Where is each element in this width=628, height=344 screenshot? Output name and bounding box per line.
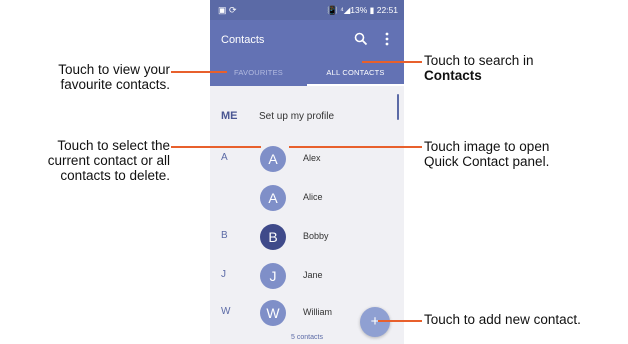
clock: 22:51 xyxy=(376,5,398,15)
contact-name: William xyxy=(303,307,332,317)
tab-all-contacts[interactable]: ALL CONTACTS xyxy=(307,62,404,86)
section-letter: B xyxy=(221,230,228,241)
tab-bar: FAVOURITES ALL CONTACTS xyxy=(210,62,404,86)
callout-text: Quick Contact panel. xyxy=(424,154,550,169)
contact-avatar[interactable]: W xyxy=(260,300,286,326)
search-leader-line xyxy=(362,61,422,63)
add-contact-leader-line xyxy=(378,320,422,322)
app-toolbar: Contacts xyxy=(210,20,404,62)
more-options-icon[interactable] xyxy=(384,31,390,47)
phone-screen: ▣ ⟳ 📳 ⁴◢13% ▮ 22:51 Contacts FAVOURITES … xyxy=(210,0,404,344)
add-contact-button[interactable]: + xyxy=(360,307,390,337)
quick-contact-leader-line xyxy=(289,146,422,148)
search-callout: Touch to search in Contacts xyxy=(424,53,534,83)
callout-text: contacts to delete. xyxy=(60,168,170,183)
contact-row[interactable]: A A Alex xyxy=(210,144,404,174)
my-profile-row[interactable]: ME Set up my profile xyxy=(210,108,404,128)
signal-battery-icons: 📳 ⁴◢13% ▮ xyxy=(327,5,375,15)
contact-name: Bobby xyxy=(303,231,329,241)
contact-row[interactable]: J J Jane xyxy=(210,261,404,291)
tab-favourites[interactable]: FAVOURITES xyxy=(210,62,307,86)
contact-avatar[interactable]: J xyxy=(260,263,286,289)
contacts-list[interactable]: ME Set up my profile A A Alex A Alice B … xyxy=(210,86,404,344)
add-contact-callout: Touch to add new contact. xyxy=(424,312,581,327)
contact-avatar[interactable]: A xyxy=(260,185,286,211)
status-indicators: 📳 ⁴◢13% ▮ 22:51 xyxy=(327,5,398,16)
contact-name: Alex xyxy=(303,153,321,163)
favourites-leader-line xyxy=(171,71,227,73)
section-letter: J xyxy=(221,269,226,280)
section-letter: W xyxy=(221,306,231,317)
contact-avatar[interactable]: B xyxy=(260,224,286,250)
search-icon[interactable] xyxy=(353,31,369,47)
callout-text: Touch image to open xyxy=(424,139,550,154)
callout-bold-text: Contacts xyxy=(424,68,482,83)
favourites-callout: Touch to view your favourite contacts. xyxy=(58,62,170,92)
callout-text: Touch to add new contact. xyxy=(424,312,581,327)
section-letter: A xyxy=(221,152,228,163)
callout-text: favourite contacts. xyxy=(60,77,170,92)
contact-name: Jane xyxy=(303,270,323,280)
delete-callout: Touch to select the current contact or a… xyxy=(48,138,170,183)
status-bar: ▣ ⟳ 📳 ⁴◢13% ▮ 22:51 xyxy=(210,0,404,20)
set-up-profile-text: Set up my profile xyxy=(259,111,335,122)
notification-icons: ▣ ⟳ xyxy=(218,5,237,15)
callout-text: Touch to view your xyxy=(58,62,170,77)
callout-text: Touch to search in xyxy=(424,53,534,68)
contact-name: Alice xyxy=(303,192,323,202)
callout-text: current contact or all xyxy=(47,153,170,168)
app-title: Contacts xyxy=(221,34,265,46)
delete-leader-line xyxy=(171,146,261,148)
me-label: ME xyxy=(221,110,238,122)
contact-row[interactable]: B B Bobby xyxy=(210,222,404,252)
callout-text: Touch to select the xyxy=(57,138,170,153)
quick-contact-callout: Touch image to open Quick Contact panel. xyxy=(424,139,549,169)
contact-avatar[interactable]: A xyxy=(260,146,286,172)
contact-row[interactable]: A Alice xyxy=(210,183,404,213)
